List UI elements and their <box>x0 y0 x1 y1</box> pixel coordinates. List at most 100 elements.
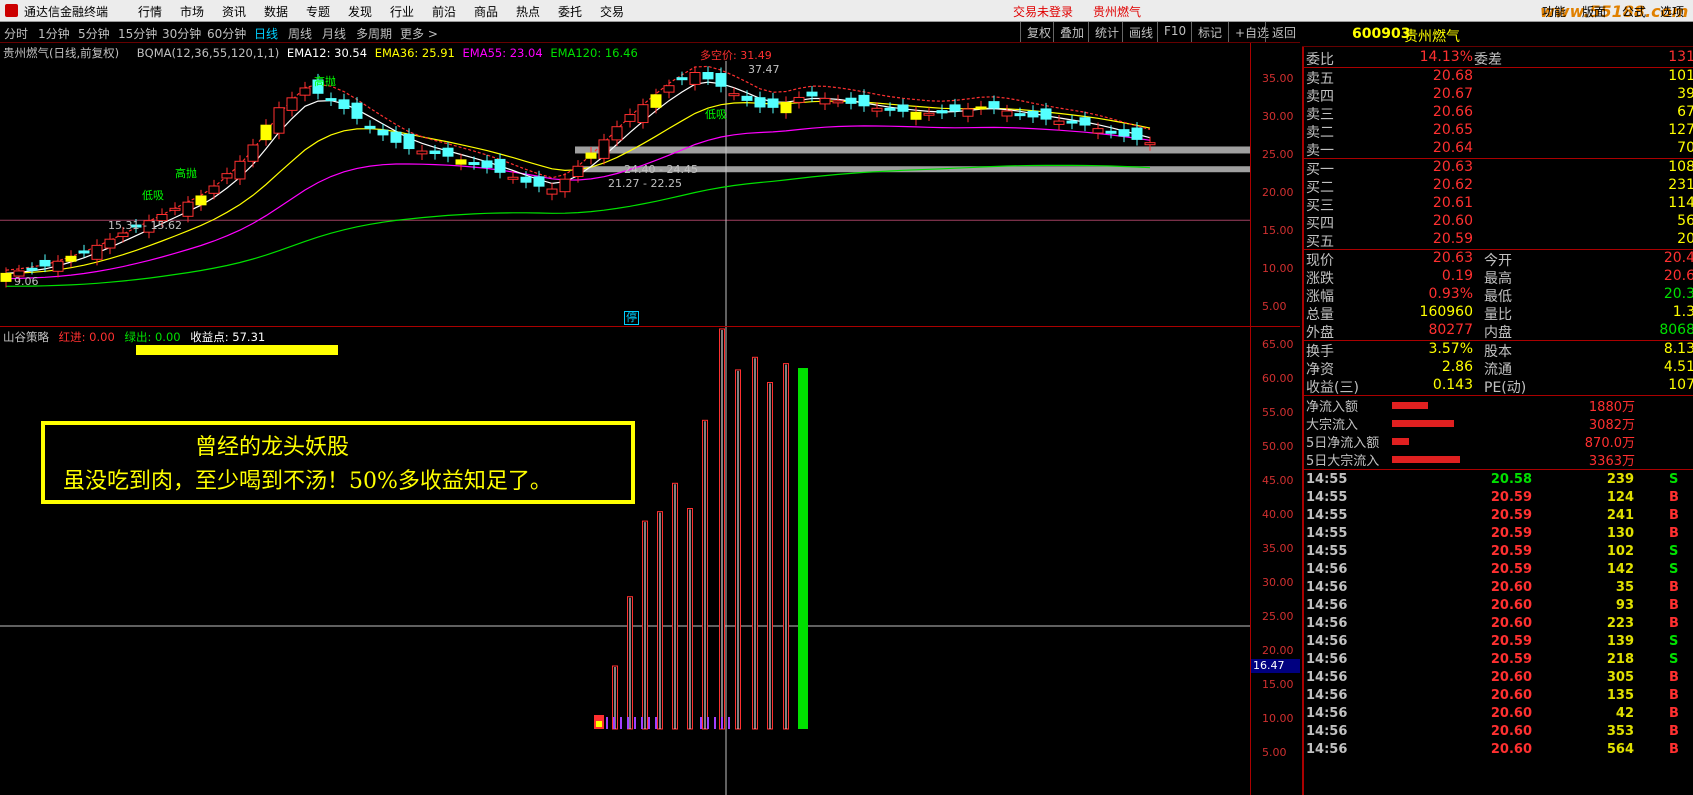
candle <box>468 162 480 166</box>
period-30min[interactable]: 30分钟 <box>162 25 201 42</box>
menu-jiaoyi[interactable]: 交易 <box>600 3 624 20</box>
sub-axis-label: 5.00 <box>1262 746 1287 759</box>
flow-extra: 3 <box>1678 450 1693 465</box>
ask-row[interactable]: 卖一 20.64 70 <box>1304 140 1693 159</box>
flow-row: 5日大宗流入 3363万 3 <box>1304 450 1693 469</box>
menu-weituo[interactable]: 委托 <box>558 3 582 20</box>
toolbar-f10[interactable]: F10 <box>1157 22 1192 42</box>
period-more[interactable]: 更多 > <box>400 25 438 42</box>
tick-row: 14:56 20.60 564 B <box>1304 742 1693 760</box>
kline-chart[interactable]: 贵州燃气(日线,前复权) BQMA(12,36,55,120,1,1) EMA1… <box>0 43 1300 326</box>
tick-side: S <box>1669 544 1679 559</box>
menu-hangqing[interactable]: 行情 <box>138 3 162 20</box>
weibi-value: 14.13% <box>1419 49 1473 65</box>
bid-row[interactable]: 买一 20.63 108 <box>1304 159 1693 178</box>
tick-side: S <box>1669 634 1679 649</box>
toolbar-fuquan[interactable]: 复权 <box>1020 22 1057 42</box>
menu-banmian[interactable]: 版面 <box>1582 3 1606 20</box>
ask-row[interactable]: 卖五 20.68 101 <box>1304 68 1693 87</box>
period-1min[interactable]: 1分钟 <box>38 25 70 42</box>
toolbar-huaxian[interactable]: 画线 <box>1122 22 1159 42</box>
candle <box>260 124 272 141</box>
menu-shichang[interactable]: 市场 <box>180 3 204 20</box>
stat-row: 总量 160960 量比 1.3 <box>1304 304 1693 323</box>
menu-shangpin[interactable]: 商品 <box>474 3 498 20</box>
tick-row: 14:55 20.59 102 S <box>1304 544 1693 562</box>
toolbar-fanhui[interactable]: 返回 <box>1265 22 1302 42</box>
strategy-chart[interactable]: 山谷策略 红进: 0.00 绿出: 0.00 收益点: 57.31 65.00 … <box>0 326 1300 795</box>
candle <box>234 160 246 180</box>
bid-label: 买一 <box>1306 162 1334 178</box>
candle <box>65 255 77 262</box>
gaopao-label: 高抛 <box>314 75 336 88</box>
ask-row[interactable]: 卖四 20.67 39 <box>1304 86 1693 105</box>
candle <box>221 173 233 179</box>
period-daily[interactable]: 日线 <box>254 25 278 42</box>
menu-qianyan[interactable]: 前沿 <box>432 3 456 20</box>
toolbar-tongji[interactable]: 统计 <box>1088 22 1125 42</box>
period-multi[interactable]: 多周期 <box>356 25 392 42</box>
menu-faxian[interactable]: 发现 <box>348 3 372 20</box>
tick-price: 20.60 <box>1490 580 1532 595</box>
main-price-axis <box>1250 43 1300 326</box>
stat-label-2: 流通 <box>1484 362 1512 378</box>
bid-row[interactable]: 买四 20.60 56 <box>1304 213 1693 232</box>
menu-hangye[interactable]: 行业 <box>390 3 414 20</box>
signal-tick <box>700 717 702 729</box>
ask-label: 卖三 <box>1306 107 1334 123</box>
stat-row: 涨跌 0.19 最高 20.6 <box>1304 268 1693 287</box>
menu-xuanxiang[interactable]: 选项 <box>1660 3 1684 20</box>
period-monthly[interactable]: 月线 <box>322 25 346 42</box>
menu-gongshi[interactable]: 公式 <box>1622 3 1646 20</box>
period-15min[interactable]: 15分钟 <box>118 25 157 42</box>
main-axis-label: 10.00 <box>1262 262 1294 275</box>
sub-axis-label: 35.00 <box>1262 542 1294 555</box>
toolbar-biaoji[interactable]: 标记 <box>1191 22 1228 42</box>
flow-row: 净流入额 1880万 6 <box>1304 396 1693 415</box>
candle <box>507 176 519 180</box>
stat-label: 净资 <box>1306 362 1334 378</box>
candle <box>390 131 402 143</box>
tick-volume: 102 <box>1606 544 1634 559</box>
signal-tick <box>648 717 650 729</box>
period-60min[interactable]: 60分钟 <box>207 25 246 42</box>
period-5min[interactable]: 5分钟 <box>78 25 110 42</box>
menu-zhuanti[interactable]: 专题 <box>306 3 330 20</box>
candle <box>325 98 337 102</box>
menu-shuju[interactable]: 数据 <box>264 3 288 20</box>
ask-price: 20.66 <box>1432 104 1473 120</box>
bid-row[interactable]: 买二 20.62 231 <box>1304 177 1693 196</box>
bid-row[interactable]: 买三 20.61 114 <box>1304 195 1693 214</box>
signal-tick <box>721 717 723 729</box>
period-fenshi[interactable]: 分时 <box>4 25 28 42</box>
login-status[interactable]: 交易未登录 <box>1013 3 1073 20</box>
menu-redian[interactable]: 热点 <box>516 3 540 20</box>
stat-label-2: PE(动) <box>1484 380 1527 396</box>
menu-zixun[interactable]: 资讯 <box>222 3 246 20</box>
tick-time: 14:56 <box>1306 706 1348 721</box>
candle <box>273 107 285 134</box>
tick-price: 20.60 <box>1490 688 1532 703</box>
stat-label: 换手 <box>1306 344 1334 360</box>
app-window: 通达信金融终端 行情 市场 资讯 数据 专题 发现 行业 前沿 商品 热点 委托… <box>0 0 1693 795</box>
candle <box>572 165 584 177</box>
stat-label-2: 今开 <box>1484 253 1512 269</box>
bid-row[interactable]: 买五 20.59 20 <box>1304 231 1693 250</box>
tick-side: B <box>1669 580 1679 595</box>
candle <box>364 125 376 129</box>
tick-side: B <box>1669 724 1679 739</box>
tick-side: B <box>1669 688 1679 703</box>
strategy-plot[interactable] <box>0 327 1300 795</box>
ask-row[interactable]: 卖三 20.66 67 <box>1304 104 1693 123</box>
candle <box>676 77 688 81</box>
toolbar-diejia[interactable]: 叠加 <box>1053 22 1090 42</box>
flow-value: 1880万 <box>1588 400 1635 415</box>
menu-gongneng[interactable]: 功能 <box>1542 3 1566 20</box>
candle <box>286 97 298 111</box>
bid-label: 买二 <box>1306 180 1334 196</box>
quote-panel: 委比 14.13% 委差 131 卖五 20.68 101 卖四 20.67 39 卖三 20.66 6… <box>1302 47 1693 795</box>
period-weekly[interactable]: 周线 <box>288 25 312 42</box>
sub-axis-label: 15.00 <box>1262 678 1294 691</box>
ask-row[interactable]: 卖二 20.65 127 <box>1304 122 1693 141</box>
tick-time: 14:56 <box>1306 634 1348 649</box>
